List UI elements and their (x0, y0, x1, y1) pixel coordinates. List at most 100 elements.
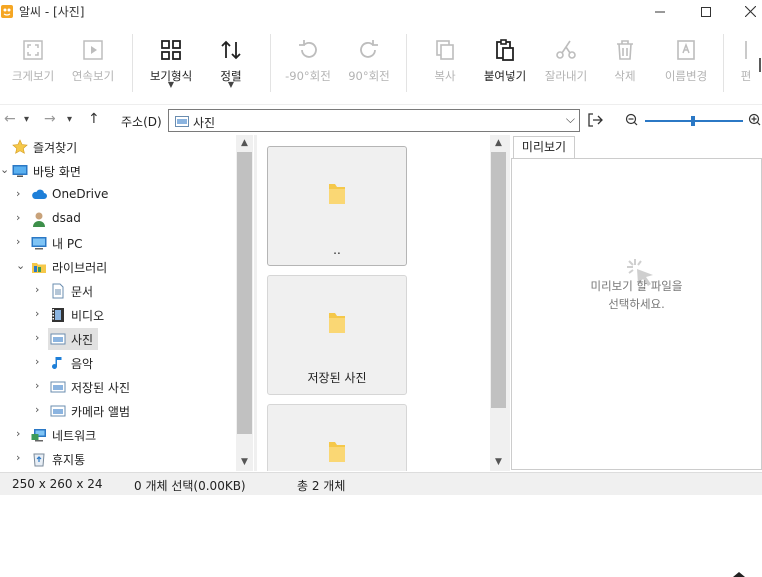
fullscreen-button[interactable]: 크게보기 (4, 34, 62, 98)
tree-item-label: 네트워크 (52, 429, 97, 443)
status-total: 총 2 개체 (297, 479, 346, 493)
scroll-up-arrow-icon[interactable]: ▲ (236, 135, 253, 152)
tree-item-this-pc[interactable]: › 내 PC (0, 231, 236, 255)
recycle-bin-icon (33, 453, 45, 467)
music-icon (52, 357, 62, 369)
preview-pane: 미리보기 미리보기 할 파일을 선택하세요. (511, 135, 762, 471)
copy-label: 복사 (434, 69, 456, 83)
edit-icon (745, 41, 747, 59)
thumbnail-pane: .. 저장된 사진 ▲ ▼ (257, 135, 507, 471)
maximize-button[interactable] (683, 0, 729, 24)
rotate-left-button[interactable]: -90°회전 (278, 34, 338, 98)
up-folder-button[interactable]: ↑ (88, 111, 100, 127)
delete-button[interactable]: 삭제 (596, 34, 654, 98)
preview-message-line: 미리보기 할 파일을 (590, 279, 683, 293)
preview-area (511, 158, 762, 470)
tree-item-label: 카메라 앨범 (71, 405, 131, 419)
view-grid-icon (161, 40, 181, 60)
go-icon[interactable] (587, 112, 603, 128)
user-icon (33, 212, 45, 227)
tree-item-user[interactable]: › dsad (0, 207, 236, 231)
cut-button[interactable]: 잘라내기 (536, 34, 596, 98)
slideshow-button[interactable]: 연속보기 (64, 34, 122, 98)
expander-icon[interactable]: › (35, 307, 45, 320)
view-mode-button[interactable]: 보기형식 ▼ (142, 34, 200, 98)
tree-item-documents[interactable]: › 문서 (0, 279, 236, 303)
tree-scrollbar[interactable]: ▲ ▼ (236, 135, 253, 471)
back-history-dropdown[interactable]: ▾ (24, 114, 29, 125)
slideshow-icon (83, 40, 103, 60)
expander-icon[interactable]: › (35, 355, 45, 368)
fullscreen-icon (23, 40, 43, 60)
tree-item-label: 문서 (71, 285, 94, 299)
minimize-button[interactable] (637, 0, 683, 24)
expander-icon[interactable]: ⌄ (0, 163, 10, 176)
tree-item-label: 저장된 사진 (71, 381, 131, 395)
delete-label: 삭제 (614, 69, 636, 83)
paste-label: 붙여넣기 (483, 69, 527, 83)
scrollbar-thumb[interactable] (491, 152, 506, 408)
scroll-down-arrow-icon[interactable]: ▼ (236, 454, 253, 471)
tree-item-label: 음악 (71, 357, 94, 371)
star-icon (12, 139, 28, 154)
zoom-slider[interactable] (625, 112, 762, 130)
scroll-up-arrow-icon[interactable]: ▲ (490, 135, 507, 152)
forward-history-dropdown[interactable]: ▾ (67, 114, 72, 125)
tree-item-camera-roll[interactable]: › 카메라 앨범 (0, 399, 236, 423)
expander-icon[interactable]: › (16, 187, 26, 200)
status-bar: 250 x 260 x 24 0 개체 선택(0.00KB) 총 2 개체 (0, 472, 762, 495)
expander-icon[interactable]: ⌄ (16, 259, 26, 272)
fullscreen-label: 크게보기 (11, 69, 55, 83)
tree-item-onedrive[interactable]: › OneDrive (0, 183, 236, 207)
expander-icon[interactable]: › (35, 331, 45, 344)
thumbnail-item[interactable]: 저장된 사진 (267, 275, 407, 395)
resize-grip-icon[interactable] (733, 572, 745, 577)
network-icon (31, 429, 46, 442)
close-button[interactable] (727, 0, 762, 24)
tree-item-videos[interactable]: › 비디오 (0, 303, 236, 327)
picture-icon (175, 116, 189, 127)
thumbnail-scrollbar[interactable]: ▲ ▼ (490, 135, 507, 471)
tree-item-label: 즐겨찾기 (33, 141, 78, 155)
tree-item-favorites[interactable]: 즐겨찾기 (0, 135, 236, 159)
tree-item-libraries[interactable]: ⌄ 라이브러리 (0, 255, 236, 279)
expander-icon[interactable]: › (35, 403, 45, 416)
thumbnail-item[interactable]: .. (267, 146, 407, 266)
expander-icon[interactable]: › (35, 379, 45, 392)
rename-icon (677, 40, 695, 60)
toolbar-separator (270, 34, 271, 92)
rotate-left-label: -90°회전 (285, 69, 331, 83)
tab-preview[interactable]: 미리보기 (513, 136, 575, 158)
tree-item-label: 사진 (71, 333, 94, 347)
toolbar-overflow-icon[interactable] (758, 58, 762, 72)
thumbnail-item[interactable] (267, 404, 407, 471)
tree-item-pictures[interactable]: › 사진 (0, 327, 236, 351)
tree-item-saved-pictures[interactable]: › 저장된 사진 (0, 375, 236, 399)
folder-icon (329, 313, 345, 333)
copy-button[interactable]: 복사 (416, 34, 474, 98)
scroll-down-arrow-icon[interactable]: ▼ (490, 454, 507, 471)
rotate-right-label: 90°회전 (348, 69, 390, 83)
chevron-down-icon[interactable]: ⌵ (566, 112, 575, 127)
scrollbar-thumb[interactable] (237, 152, 252, 434)
sort-button[interactable]: 정렬 ▼ (204, 34, 258, 98)
forward-button[interactable]: → (44, 111, 56, 127)
expander-icon[interactable]: › (35, 283, 45, 296)
tree-item-music[interactable]: › 음악 (0, 351, 236, 375)
sort-icon (221, 40, 241, 60)
tree-item-network[interactable]: › 네트워크 (0, 423, 236, 447)
address-value: 사진 (193, 116, 216, 130)
expander-icon[interactable]: › (16, 427, 26, 440)
tree-item-desktop[interactable]: ⌄ 바탕 화면 (0, 159, 236, 183)
expander-icon[interactable]: › (16, 211, 26, 224)
rotate-right-button[interactable]: 90°회전 (340, 34, 398, 98)
back-button[interactable]: ← (4, 111, 16, 127)
chevron-down-icon: ▼ (227, 80, 235, 89)
address-input[interactable]: 사진 ⌵ (168, 109, 580, 132)
pane-splitter[interactable] (507, 135, 510, 471)
tree-item-recycle-bin[interactable]: › 휴지통 (0, 447, 236, 471)
rename-button[interactable]: 이름변경 (656, 34, 716, 98)
paste-button[interactable]: 붙여넣기 (474, 34, 536, 98)
expander-icon[interactable]: › (16, 451, 26, 464)
expander-icon[interactable]: › (16, 235, 26, 248)
